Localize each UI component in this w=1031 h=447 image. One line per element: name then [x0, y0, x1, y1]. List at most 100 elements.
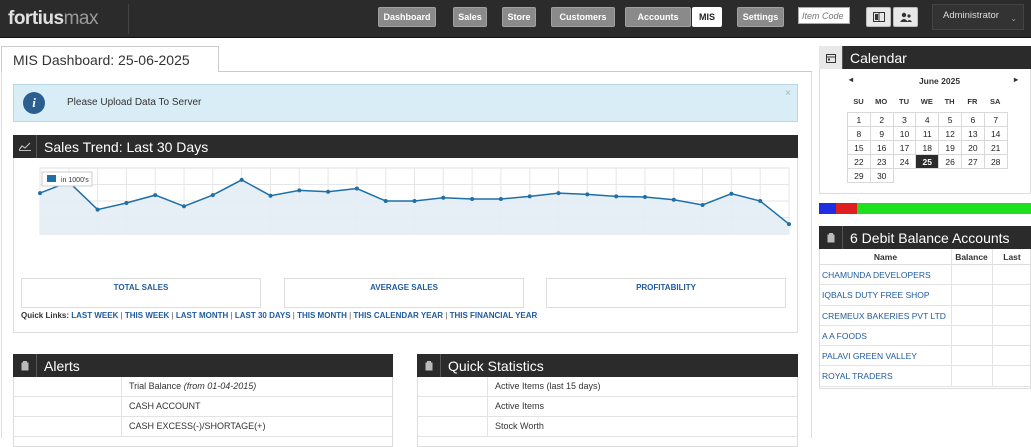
calendar-day[interactable]: 22: [847, 154, 871, 169]
calendar-day[interactable]: 14: [983, 126, 1008, 141]
quick-link-last-week[interactable]: LAST WEEK: [71, 311, 118, 320]
calendar-day[interactable]: 21: [983, 140, 1008, 155]
nav-dashboard-button[interactable]: Dashboard: [378, 7, 436, 27]
app-logo[interactable]: fortiusmax: [8, 8, 99, 30]
chart-data-point: [441, 195, 446, 200]
debit-account-name[interactable]: PALAVI GREEN VALLEY: [822, 351, 917, 361]
calendar-day[interactable]: 29: [847, 168, 871, 183]
table-row[interactable]: IQBALS DUTY FREE SHOP: [820, 285, 1030, 306]
calendar-day[interactable]: 28: [983, 154, 1008, 169]
alert-cell-empty: [14, 397, 122, 417]
debit-account-name[interactable]: ROYAL TRADERS: [822, 371, 893, 381]
column-divider: [951, 265, 952, 285]
calendar-title: Calendar: [850, 50, 907, 66]
debit-col-last: Last: [1003, 252, 1021, 262]
debit-account-name[interactable]: A A FOODS: [822, 331, 867, 341]
chart-data-point: [239, 177, 244, 182]
item-code-input[interactable]: [798, 7, 850, 24]
chevron-right-icon[interactable]: ▸: [1014, 75, 1018, 84]
quick-link-last-month[interactable]: LAST MONTH: [176, 311, 228, 320]
calendar-day[interactable]: 18: [915, 140, 940, 155]
debit-account-name[interactable]: CHAMUNDA DEVELOPERS: [822, 270, 931, 280]
table-row[interactable]: A A FOODS: [820, 325, 1030, 347]
calendar-day[interactable]: 6: [960, 112, 985, 127]
calendar-day[interactable]: 8: [847, 126, 871, 141]
table-row[interactable]: ROYAL TRADERS: [820, 366, 1030, 387]
column-divider: [992, 265, 993, 285]
alerts-header: Alerts: [13, 354, 393, 377]
table-row: Active Items: [418, 397, 797, 417]
quick-link-this-calendar-year[interactable]: THIS CALENDAR YEAR: [353, 311, 443, 320]
debit-account-name[interactable]: IQBALS DUTY FREE SHOP: [822, 290, 930, 300]
users-button[interactable]: [893, 7, 918, 27]
calendar-day[interactable]: 23: [869, 154, 894, 169]
sales-trend-title: Sales Trend: Last 30 Days: [44, 139, 209, 155]
alert-cell-text[interactable]: CASH EXCESS(-)/SHORTAGE(+): [129, 421, 265, 431]
book-button[interactable]: [866, 7, 891, 27]
debit-header: 6 Debit Balance Accounts: [819, 226, 1031, 249]
calendar-day[interactable]: 9: [869, 126, 894, 141]
calendar-day[interactable]: 24: [892, 154, 917, 169]
chart-legend-swatch: [47, 175, 56, 182]
chart-legend-label: in 1000's: [61, 177, 89, 184]
calendar-dow: SA: [989, 97, 1001, 106]
calendar-day[interactable]: 3: [892, 112, 917, 127]
table-row[interactable]: PALAVI GREEN VALLEY: [820, 346, 1030, 367]
calendar-day[interactable]: 19: [938, 140, 962, 155]
close-icon[interactable]: ×: [785, 88, 791, 99]
table-row[interactable]: CHAMUNDA DEVELOPERS: [820, 265, 1030, 286]
debit-table-header: Name Balance Last: [820, 249, 1030, 265]
chevron-left-icon[interactable]: ◂: [849, 75, 853, 84]
quick-link-last-30-days[interactable]: LAST 30 DAYS: [235, 311, 291, 320]
stat-label[interactable]: Stock Worth: [495, 421, 544, 431]
chart-data-point: [354, 186, 359, 191]
stat-label[interactable]: Active Items: [495, 401, 544, 411]
chart-data-point: [95, 207, 100, 212]
calendar-day[interactable]: 7: [983, 112, 1008, 127]
calendar-day[interactable]: 26: [938, 154, 962, 169]
calendar-day[interactable]: 15: [847, 140, 871, 155]
table-row[interactable]: CREMEUX BAKERIES PVT LTD: [820, 305, 1030, 326]
chart-data-point: [124, 201, 129, 205]
calendar-day[interactable]: 5: [938, 112, 962, 127]
chart-data-point: [527, 194, 532, 199]
calendar-day[interactable]: 13: [960, 126, 985, 141]
debit-account-name[interactable]: CREMEUX BAKERIES PVT LTD: [822, 311, 946, 321]
user-menu[interactable]: Administrator ⌄: [932, 4, 1024, 30]
calendar-day[interactable]: 16: [869, 140, 894, 155]
alert-cell-text[interactable]: CASH ACCOUNT: [129, 401, 201, 411]
info-alert: i Please Upload Data To Server ×: [13, 84, 798, 122]
alert-cell-text[interactable]: Trial Balance (from 01-04-2015): [129, 381, 256, 391]
nav-settings-button[interactable]: Settings: [737, 7, 784, 27]
nav-customers-button[interactable]: Customers: [551, 7, 615, 27]
calendar-dow: MO: [875, 97, 888, 106]
calendar-day[interactable]: 11: [915, 126, 940, 141]
nav-sales-button[interactable]: Sales: [453, 7, 487, 27]
chart-data-point: [498, 197, 503, 201]
table-row: CASH EXCESS(-)/SHORTAGE(+): [14, 417, 392, 437]
nav-store-button[interactable]: Store: [502, 7, 536, 27]
calendar-day[interactable]: 4: [915, 112, 940, 127]
progress-segment: [835, 203, 858, 214]
calendar-day[interactable]: 17: [892, 140, 917, 155]
calendar-widget: ◂ June 2025 ▸ SU MO TU WE TH FR SA 1 2 3 4 5 6 7 8 9 10 1…: [847, 72, 1031, 183]
calendar-day[interactable]: 27: [960, 154, 985, 169]
calendar-day[interactable]: 2: [869, 112, 894, 127]
quick-link-this-financial-year[interactable]: THIS FINANCIAL YEAR: [450, 311, 538, 320]
quick-link-this-week[interactable]: THIS WEEK: [125, 311, 169, 320]
quick-link-this-month[interactable]: THIS MONTH: [297, 311, 347, 320]
chart-data-point: [700, 203, 705, 207]
calendar-day[interactable]: 12: [938, 126, 962, 141]
clipboard-icon: [417, 354, 441, 377]
page-title: MIS Dashboard: 25-06-2025: [1, 46, 219, 72]
calendar-day-today[interactable]: 25: [915, 154, 940, 169]
table-row: Active Items (last 15 days): [418, 377, 797, 397]
nav-accounts-button[interactable]: Accounts: [625, 7, 691, 27]
calendar-day[interactable]: 10: [892, 126, 917, 141]
debit-col-name: Name: [873, 252, 898, 262]
calendar-day[interactable]: 30: [869, 168, 894, 183]
stat-label[interactable]: Active Items (last 15 days): [495, 381, 601, 391]
calendar-day[interactable]: 1: [847, 112, 871, 127]
nav-mis-button[interactable]: MIS: [692, 7, 722, 27]
calendar-day[interactable]: 20: [960, 140, 985, 155]
